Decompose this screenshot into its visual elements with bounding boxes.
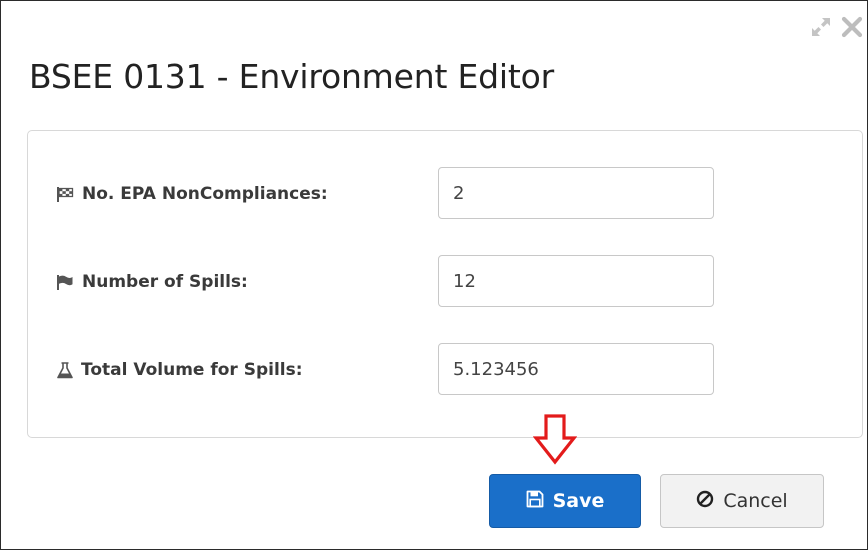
field-row-epa-noncompliances: No. EPA NonCompliances:	[28, 167, 862, 221]
cancel-button[interactable]: Cancel	[660, 474, 824, 528]
field-row-number-of-spills: Number of Spills:	[28, 255, 862, 309]
dialog-title: BSEE 0131 - Environment Editor	[29, 57, 554, 96]
field-row-total-volume-spills: Total Volume for Spills:	[28, 343, 862, 397]
field-label-number-of-spills: Number of Spills:	[57, 255, 248, 309]
environment-editor-dialog: BSEE 0131 - Environment Editor No. EPA N…	[0, 0, 868, 550]
form-panel: No. EPA NonCompliances: Number of Spills…	[27, 130, 863, 438]
expand-icon[interactable]	[809, 15, 833, 43]
ban-icon	[696, 490, 714, 513]
cancel-button-label: Cancel	[723, 490, 788, 512]
annotation-arrow-icon	[532, 414, 578, 470]
window-controls	[809, 15, 863, 43]
total-volume-spills-input[interactable]	[438, 343, 714, 395]
epa-noncompliances-input[interactable]	[438, 167, 714, 219]
floppy-disk-icon	[526, 490, 544, 513]
number-of-spills-input[interactable]	[438, 255, 714, 307]
field-label-text: No. EPA NonCompliances:	[82, 184, 328, 204]
close-icon[interactable]	[841, 16, 863, 42]
save-button[interactable]: Save	[489, 474, 641, 528]
field-label-epa-noncompliances: No. EPA NonCompliances:	[57, 167, 328, 221]
field-label-text: Total Volume for Spills:	[81, 360, 303, 380]
field-label-text: Number of Spills:	[82, 272, 248, 292]
flag-icon	[57, 274, 74, 290]
flask-icon	[57, 361, 73, 379]
save-button-label: Save	[552, 490, 605, 512]
flag-checkered-icon	[57, 186, 74, 202]
field-label-total-volume-spills: Total Volume for Spills:	[57, 343, 303, 397]
